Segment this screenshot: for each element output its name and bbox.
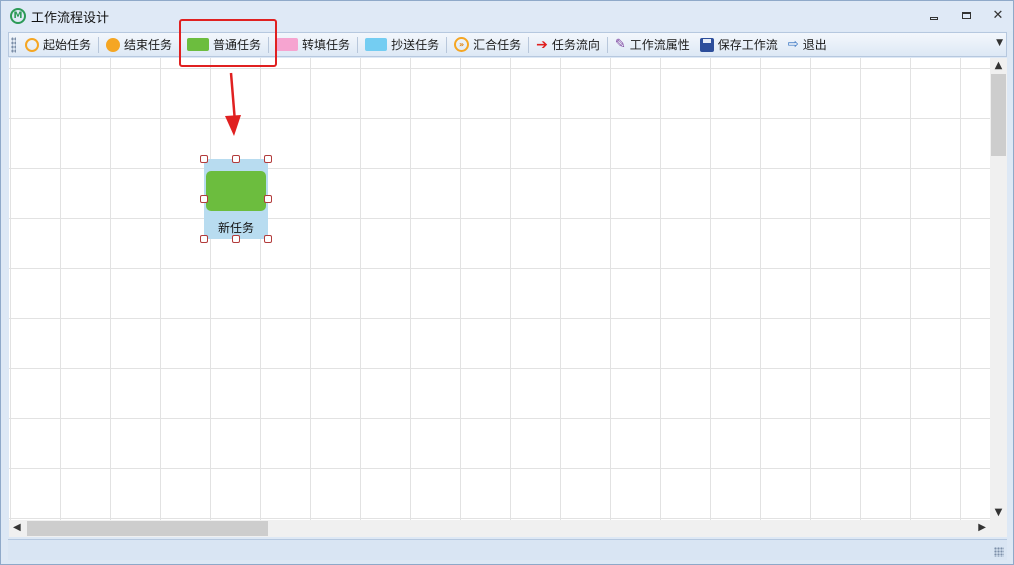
- minimize-icon: [930, 16, 938, 20]
- exit-button[interactable]: ⇨ 退出: [783, 34, 832, 55]
- save-icon: [699, 37, 714, 52]
- workflow-properties-button[interactable]: ✎ 工作流属性: [610, 34, 695, 55]
- resize-handle-left[interactable]: [200, 195, 208, 203]
- status-bar: [8, 539, 1007, 560]
- resize-handle-bottom[interactable]: [232, 235, 240, 243]
- end-task-icon: [106, 37, 121, 52]
- save-workflow-button[interactable]: 保存工作流: [695, 34, 783, 55]
- scroll-down-icon[interactable]: ▼: [990, 507, 1007, 518]
- minimize-button[interactable]: [925, 7, 943, 23]
- resize-handle-bottom-left[interactable]: [200, 235, 208, 243]
- toolbar-separator: [528, 36, 530, 53]
- exit-icon: ⇨: [787, 37, 799, 52]
- toolbar-overflow-icon[interactable]: ▼: [996, 38, 1003, 48]
- resize-handle-right[interactable]: [264, 195, 272, 203]
- pencil-icon: ✎: [614, 37, 626, 52]
- start-task-button[interactable]: 起始任务: [20, 34, 96, 55]
- start-task-label: 起始任务: [43, 38, 92, 52]
- toolbar-separator: [357, 36, 359, 53]
- fill-task-icon: [276, 38, 299, 51]
- title-bar: M 工作流程设计 ✕: [1, 1, 1013, 31]
- fill-task-label: 转填任务: [302, 38, 351, 52]
- toolbar-grip-icon[interactable]: [11, 36, 16, 53]
- window-controls: ✕: [925, 7, 1007, 23]
- merge-task-button[interactable]: » 汇合任务: [449, 34, 526, 55]
- horizontal-scroll-thumb[interactable]: [27, 521, 268, 536]
- scroll-up-icon[interactable]: ▲: [990, 60, 1007, 71]
- start-task-icon: [25, 37, 39, 52]
- workflow-design-window: M 工作流程设计 ✕ 起始任务 结束任务 普通任务 转填任务 抄送任务 » 汇合…: [0, 0, 1014, 565]
- toolbar-separator: [446, 36, 448, 53]
- task-node-label: 新任务: [217, 221, 254, 235]
- vertical-scroll-thumb[interactable]: [991, 74, 1006, 156]
- merge-task-label: 汇合任务: [473, 38, 522, 52]
- task-node[interactable]: 新任务: [204, 159, 268, 239]
- design-canvas[interactable]: 新任务: [9, 58, 990, 520]
- resize-handle-top-left[interactable]: [200, 155, 208, 163]
- arrow-right-icon: ➔: [536, 36, 548, 53]
- scroll-right-icon[interactable]: ▶: [978, 522, 986, 533]
- fill-task-button[interactable]: 转填任务: [271, 34, 355, 55]
- copy-task-label: 抄送任务: [391, 38, 440, 52]
- maximize-button[interactable]: [957, 7, 975, 23]
- toolbar-separator: [98, 36, 100, 53]
- merge-task-icon: »: [454, 37, 470, 52]
- scrollbar-corner: [990, 520, 1007, 537]
- resize-grip-icon[interactable]: [994, 547, 1004, 557]
- task-node-shape: [206, 171, 266, 211]
- save-workflow-label: 保存工作流: [717, 38, 778, 52]
- resize-handle-bottom-right[interactable]: [264, 235, 272, 243]
- resize-handle-top[interactable]: [232, 155, 240, 163]
- copy-task-icon: [365, 38, 388, 51]
- task-flow-button[interactable]: ➔ 任务流向: [531, 34, 605, 55]
- resize-handle-top-right[interactable]: [264, 155, 272, 163]
- workflow-properties-label: 工作流属性: [629, 38, 690, 52]
- annotation-arrow-icon: [225, 72, 241, 136]
- toolbar-separator: [606, 36, 608, 53]
- task-flow-label: 任务流向: [551, 38, 600, 52]
- scroll-left-icon[interactable]: ◀: [13, 522, 21, 533]
- end-task-button[interactable]: 结束任务: [101, 34, 177, 55]
- exit-label: 退出: [802, 38, 827, 52]
- workflow-toolbar: 起始任务 结束任务 普通任务 转填任务 抄送任务 » 汇合任务 ➔ 任务流向 ✎…: [8, 32, 1007, 57]
- horizontal-scrollbar[interactable]: ◀ ▶: [9, 520, 990, 537]
- app-logo-icon: M: [10, 8, 26, 24]
- maximize-icon: [961, 11, 971, 19]
- end-task-label: 结束任务: [124, 38, 173, 52]
- annotation-highlight-box: [179, 19, 277, 67]
- copy-task-button[interactable]: 抄送任务: [360, 34, 444, 55]
- window-title: 工作流程设计: [31, 10, 110, 26]
- vertical-scrollbar[interactable]: ▲ ▼: [990, 58, 1007, 520]
- close-icon: ✕: [992, 7, 1004, 23]
- close-button[interactable]: ✕: [989, 7, 1007, 23]
